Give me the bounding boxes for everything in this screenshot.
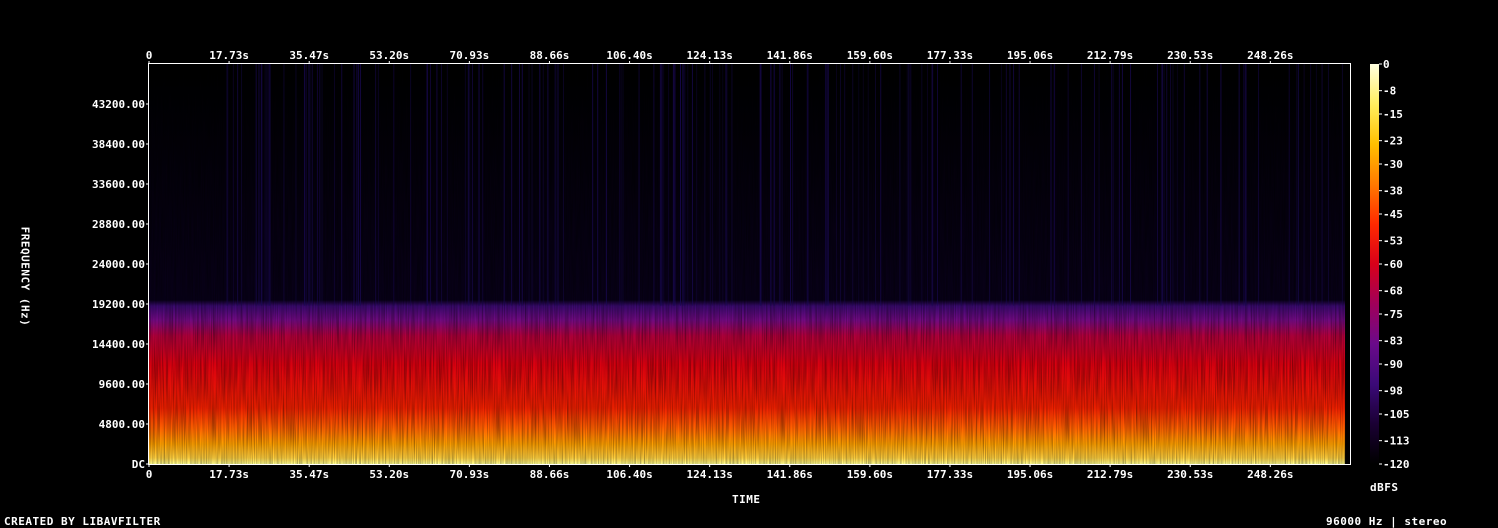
colorbar-tick-label: -98 [1383, 385, 1403, 398]
colorbar-tick-label: -113 [1383, 435, 1410, 448]
colorbar-tick-label: -75 [1383, 308, 1403, 321]
colorbar-tick-label: -90 [1383, 358, 1403, 371]
colorbar-tick-label: -38 [1383, 185, 1403, 198]
x-tick-label-bottom: 0 [146, 468, 153, 481]
colorbar [1370, 64, 1379, 464]
x-tick-label-top: 35.47s [289, 49, 329, 62]
colorbar-tick-label: -105 [1383, 408, 1410, 421]
x-tick-label-bottom: 177.33s [927, 468, 973, 481]
x-tick-label-top: 230.53s [1167, 49, 1213, 62]
y-tick-label: 19200.00 [92, 298, 145, 311]
spectrogram-texture [149, 64, 1346, 464]
x-tick-label-top: 159.60s [847, 49, 893, 62]
x-tick-label-bottom: 159.60s [847, 468, 893, 481]
x-tick-label-top: 141.86s [767, 49, 813, 62]
x-tick-label-bottom: 17.73s [209, 468, 249, 481]
x-tick-label-bottom: 70.93s [449, 468, 489, 481]
y-tick-label: DC [132, 458, 145, 471]
y-tick-label: 38400.00 [92, 138, 145, 151]
y-tick-label: 43200.00 [92, 98, 145, 111]
x-tick-label-top: 17.73s [209, 49, 249, 62]
x-tick-label-top: 177.33s [927, 49, 973, 62]
colorbar-tick-label: 0 [1383, 58, 1390, 71]
y-tick-label: 9600.00 [99, 378, 145, 391]
y-tick-label: 33600.00 [92, 178, 145, 191]
x-tick-label-bottom: 106.40s [606, 468, 652, 481]
x-tick-label-bottom: 195.06s [1007, 468, 1053, 481]
colorbar-tick-label: -83 [1383, 335, 1403, 348]
y-axis-label: FREQUENCY (Hz) [18, 226, 32, 327]
x-tick-label-bottom: 35.47s [289, 468, 329, 481]
created-by-text: CREATED BY LIBAVFILTER [4, 515, 161, 528]
colorbar-tick-label: -8 [1383, 85, 1396, 98]
x-tick-label-top: 124.13s [686, 49, 732, 62]
x-tick-label-bottom: 230.53s [1167, 468, 1213, 481]
y-tick-label: 28800.00 [92, 218, 145, 231]
sample-info-text: 96000 Hz | stereo [1326, 515, 1448, 528]
colorbar-label: dBFS [1370, 481, 1399, 494]
x-tick-label-bottom: 212.79s [1087, 468, 1133, 481]
y-tick-label: 24000.00 [92, 258, 145, 271]
colorbar-tick-label: -53 [1383, 235, 1403, 248]
spectrogram-plot-area [149, 64, 1350, 464]
x-tick-label-top: 106.40s [606, 49, 652, 62]
x-tick-label-bottom: 53.20s [369, 468, 409, 481]
colorbar-tick-label: -120 [1383, 458, 1410, 471]
x-tick-label-bottom: 88.66s [530, 468, 570, 481]
y-tick-label: 4800.00 [99, 418, 145, 431]
x-axis-label: TIME [732, 493, 761, 506]
colorbar-tick-label: -45 [1383, 208, 1403, 221]
x-tick-label-top: 212.79s [1087, 49, 1133, 62]
colorbar-tick-label: -23 [1383, 135, 1403, 148]
x-tick-label-top: 88.66s [530, 49, 570, 62]
x-tick-label-bottom: 248.26s [1247, 468, 1293, 481]
x-tick-label-top: 70.93s [449, 49, 489, 62]
x-tick-label-top: 53.20s [369, 49, 409, 62]
x-tick-label-bottom: 141.86s [767, 468, 813, 481]
spectrogram-chart: 0 17.73s 35.47s 53.20s 70.93s 88.66s 106.40s 12… [92, 49, 1410, 481]
colorbar-tick-label: -15 [1383, 108, 1403, 121]
colorbar-tick-label: -68 [1383, 285, 1403, 298]
colorbar-tick-label: -60 [1383, 258, 1403, 271]
x-tick-label-top: 0 [146, 49, 153, 62]
x-tick-label-top: 195.06s [1007, 49, 1053, 62]
y-tick-label: 14400.00 [92, 338, 145, 351]
x-tick-label-top: 248.26s [1247, 49, 1293, 62]
colorbar-tick-label: -30 [1383, 158, 1403, 171]
x-tick-label-bottom: 124.13s [686, 468, 732, 481]
